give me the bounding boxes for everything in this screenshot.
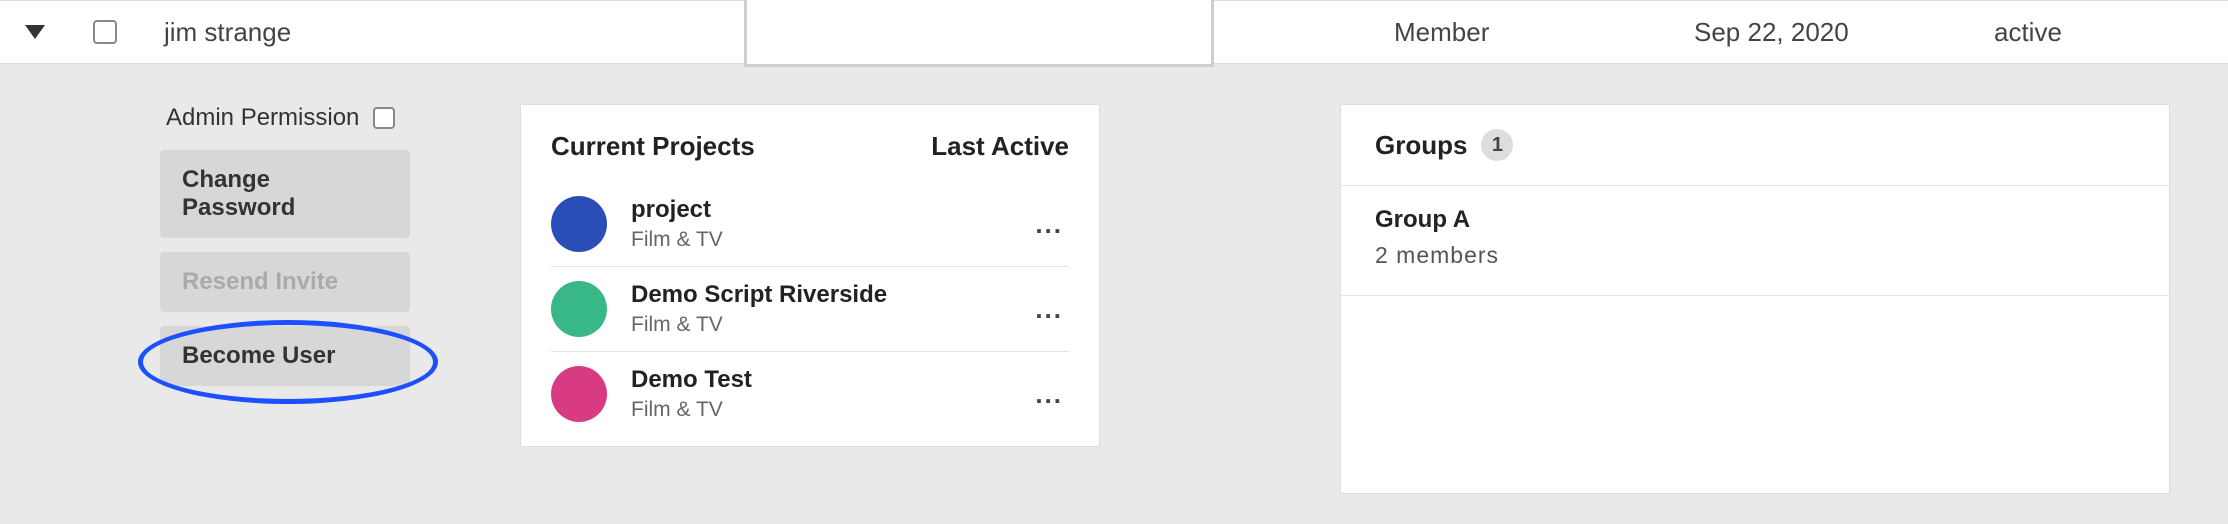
project-info: project Film & TV (631, 196, 1029, 252)
project-category: Film & TV (631, 398, 1029, 422)
projects-title: Current Projects (551, 131, 755, 162)
projects-card: Current Projects Last Active project Film… (520, 104, 1100, 447)
project-name: Demo Test (631, 366, 1029, 394)
projects-last-active-header: Last Active (931, 131, 1069, 162)
project-name: Demo Script Riverside (631, 281, 1029, 309)
caret-down-icon (25, 25, 45, 39)
project-menu-icon[interactable]: ... (1029, 209, 1069, 240)
project-category: Film & TV (631, 228, 1029, 252)
user-role: Member (1370, 17, 1513, 48)
groups-card: Groups 1 Group A 2 members (1340, 104, 2170, 494)
user-name: jim strange (140, 17, 740, 48)
groups-title: Groups (1375, 130, 1467, 161)
user-row: jim strange Member Sep 22, 2020 active (0, 0, 2228, 64)
project-info: Demo Script Riverside Film & TV (631, 281, 1029, 337)
project-name: project (631, 196, 1029, 224)
group-item[interactable]: Group A 2 members (1341, 186, 2169, 296)
resend-invite-button[interactable]: Resend Invite (160, 252, 410, 312)
project-color-dot (551, 281, 607, 337)
project-menu-icon[interactable]: ... (1029, 294, 1069, 325)
row-checkbox[interactable] (93, 20, 117, 44)
project-color-dot (551, 366, 607, 422)
project-category: Film & TV (631, 313, 1029, 337)
change-password-button[interactable]: Change Password (160, 150, 410, 238)
admin-permission-checkbox[interactable] (373, 107, 395, 129)
project-info: Demo Test Film & TV (631, 366, 1029, 422)
user-date: Sep 22, 2020 (1670, 17, 1873, 48)
user-status: active (1970, 17, 2086, 48)
admin-permission-label: Admin Permission (166, 104, 359, 132)
expand-toggle[interactable] (0, 25, 70, 39)
email-input[interactable] (744, 0, 1214, 67)
project-row[interactable]: project Film & TV... (551, 182, 1069, 267)
project-color-dot (551, 196, 607, 252)
project-menu-icon[interactable]: ... (1029, 379, 1069, 410)
groups-count-badge: 1 (1481, 129, 1513, 161)
become-user-button[interactable]: Become User (160, 326, 410, 386)
group-members: 2 members (1375, 242, 2135, 269)
group-name: Group A (1375, 206, 2135, 234)
admin-actions: Admin Permission Change Password Resend … (160, 104, 480, 400)
user-detail-panel: Admin Permission Change Password Resend … (0, 64, 2228, 524)
project-row[interactable]: Demo Test Film & TV... (551, 352, 1069, 436)
project-row[interactable]: Demo Script Riverside Film & TV... (551, 267, 1069, 352)
admin-permission-row: Admin Permission (160, 104, 480, 132)
